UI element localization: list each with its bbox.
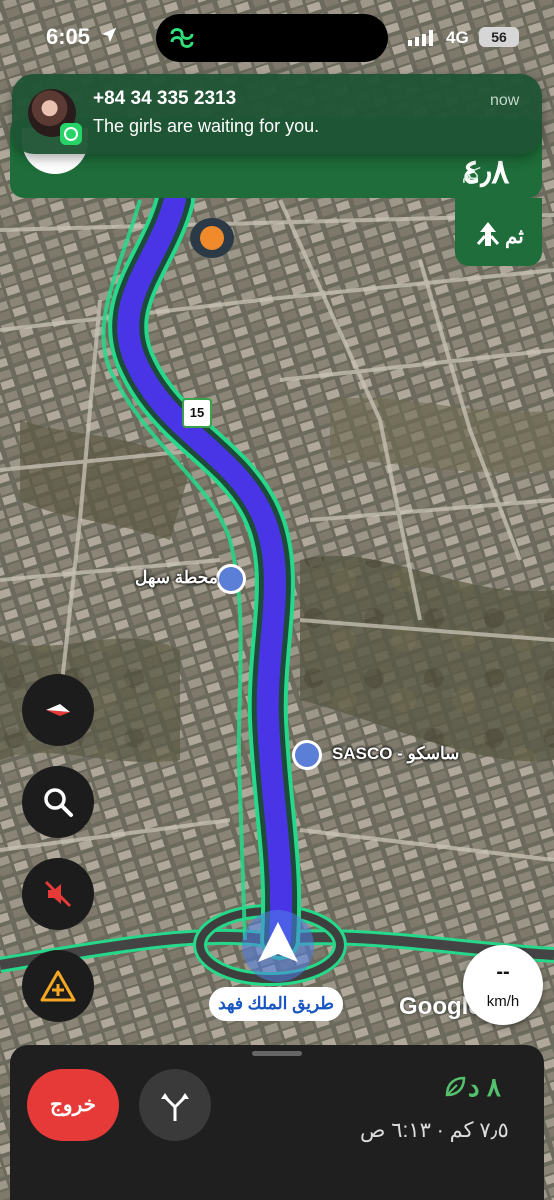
notification-time: now	[490, 92, 520, 109]
whatsapp-icon	[60, 123, 82, 145]
sound-off-icon	[44, 880, 72, 908]
poi-label-sasco[interactable]: SASCO - ساسكو	[332, 744, 459, 764]
route-shield: 15	[182, 398, 212, 428]
merge-arrow-icon	[476, 222, 500, 246]
poi-label-sahl[interactable]: محطة سهل	[135, 568, 218, 588]
next-turn-distance-unit: كم	[462, 166, 481, 183]
notification-banner[interactable]	[12, 74, 542, 154]
fork-route-icon	[161, 1093, 189, 1121]
status-bar: 6:05 4G 56	[0, 0, 554, 76]
location-arrow-icon	[101, 27, 117, 43]
notification-body: The girls are waiting for you.	[93, 116, 320, 136]
speed-camera-icon[interactable]	[190, 218, 234, 258]
status-time: 6:05	[46, 24, 91, 49]
eta-distance-arrival: ٧٫٥ كم · ٦:١٣ ص	[360, 1119, 509, 1142]
search-icon	[44, 788, 73, 817]
network-type: 4G	[446, 28, 469, 47]
sheet-drag-handle[interactable]	[252, 1051, 302, 1056]
battery-level: 56	[479, 27, 519, 47]
signal-icon	[408, 30, 433, 46]
compass-icon	[46, 704, 70, 716]
add-report-icon	[40, 970, 76, 1002]
alternate-routes-button[interactable]	[139, 1069, 211, 1141]
search-button[interactable]	[22, 766, 94, 838]
exit-navigation-button[interactable]: خروج	[27, 1069, 119, 1141]
add-report-button[interactable]	[22, 950, 94, 1022]
mute-button[interactable]	[22, 858, 94, 930]
eco-leaf-icon	[445, 1076, 466, 1097]
speed-unit: km/h	[486, 993, 520, 1010]
gas-station-icon[interactable]	[292, 740, 322, 770]
compass-button[interactable]	[22, 674, 94, 746]
gas-station-icon[interactable]	[216, 564, 246, 594]
eta-duration: ٨ د	[468, 1072, 501, 1102]
speedometer: -- km/h	[463, 945, 543, 1025]
speed-value: --	[496, 961, 510, 983]
maps-activity-icon	[170, 28, 194, 48]
then-label: ثم	[505, 226, 524, 248]
current-road-label: طريق الملك فهد	[209, 987, 343, 1021]
notification-title: +84 34 335 2313	[93, 88, 237, 109]
